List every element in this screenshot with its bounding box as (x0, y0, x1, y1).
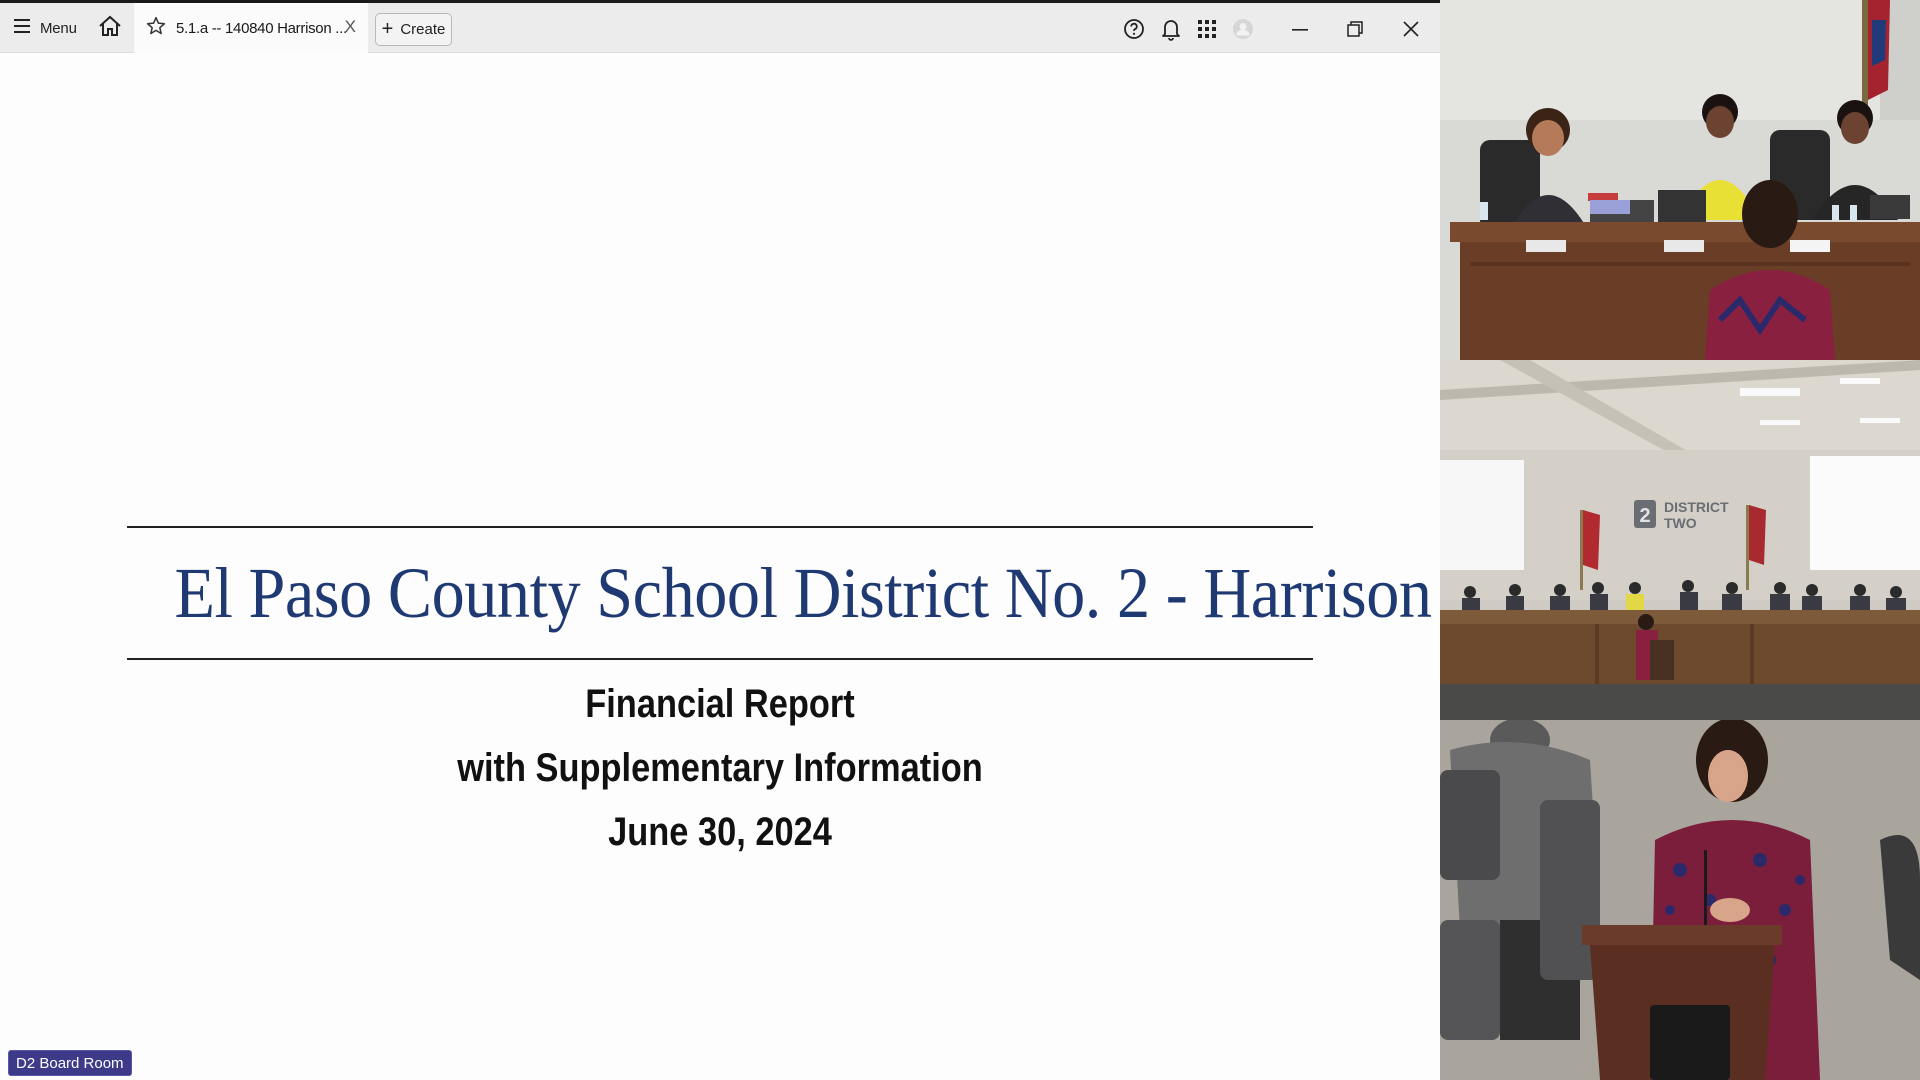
wall-logo-line1: DISTRICT (1664, 499, 1729, 515)
document-page: El Paso County School District No. 2 - H… (0, 54, 1440, 1080)
create-button[interactable]: + Create (375, 13, 452, 46)
report-type: Financial Report (585, 682, 855, 726)
home-button[interactable] (98, 3, 122, 53)
minimize-icon[interactable] (1287, 16, 1313, 42)
document-title: El Paso County School District No. 2 - H… (174, 553, 1432, 633)
title-top-rule (127, 526, 1313, 528)
title-bottom-rule (127, 658, 1313, 660)
close-window-icon[interactable] (1398, 16, 1424, 42)
report-date: June 30, 2024 (608, 810, 832, 854)
help-icon[interactable] (1121, 16, 1147, 42)
close-icon[interactable]: X (345, 17, 356, 37)
create-label: Create (400, 21, 446, 38)
avatar-icon[interactable] (1230, 16, 1256, 42)
menu-label: Menu (40, 19, 77, 37)
home-icon (98, 15, 122, 41)
camera-feed-wide-room: 2 DISTRICT TWO (1440, 360, 1920, 720)
star-icon[interactable] (146, 16, 166, 40)
document-tab[interactable]: 5.1.a -- 140840 Harrison ... X (134, 3, 368, 53)
restore-icon[interactable] (1342, 16, 1368, 42)
wall-logo-number: 2 (1639, 505, 1650, 527)
bell-icon[interactable] (1158, 16, 1184, 42)
menu-button[interactable]: Menu (14, 3, 77, 53)
camera-feed-dais (1440, 0, 1920, 360)
wall-logo-line2: TWO (1664, 515, 1697, 531)
menu-icon (14, 19, 30, 37)
document-viewer: Menu 5.1.a -- 140840 Harrison ... X + Cr… (0, 0, 1440, 1080)
plus-icon: + (381, 17, 394, 40)
apps-grid-icon[interactable] (1194, 16, 1220, 42)
report-subtitle: with Supplementary Information (457, 746, 983, 790)
toolbar: Menu 5.1.a -- 140840 Harrison ... X + Cr… (0, 0, 1440, 53)
camera-feed-podium (1440, 720, 1920, 1080)
tab-title: 5.1.a -- 140840 Harrison ... (176, 19, 347, 37)
room-label-badge: D2 Board Room (8, 1050, 132, 1076)
